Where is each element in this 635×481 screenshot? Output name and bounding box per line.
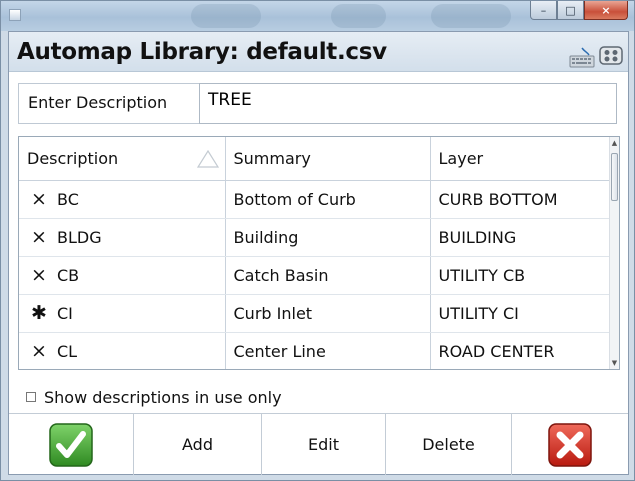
action-toolbar: Add Edit Delete (9, 413, 628, 475)
titlebar-decoration (431, 4, 511, 28)
column-header-label: Summary (233, 148, 311, 168)
maximize-button[interactable]: □ (557, 1, 584, 20)
add-button[interactable]: Add (134, 414, 262, 475)
column-header-label: Description (27, 148, 119, 168)
checkmark-icon (49, 422, 93, 467)
delete-button[interactable]: Delete (386, 414, 512, 475)
description-label: Enter Description (18, 83, 203, 124)
dialog-header: Automap Library: default.csv (9, 32, 628, 72)
cell-layer[interactable]: BUILDING (430, 218, 613, 257)
description-code: CL (57, 342, 78, 361)
edit-button[interactable]: Edit (262, 414, 386, 475)
cell-layer[interactable]: ROAD CENTER (430, 332, 613, 369)
titlebar-decoration (191, 4, 261, 28)
cell-summary[interactable]: Curb Inlet (225, 294, 431, 333)
cell-description[interactable]: × BLDG (19, 218, 226, 257)
automap-library-window: – □ × Automap Library: default.csv Enter… (0, 0, 635, 481)
dialog-client: Automap Library: default.csv Enter Descr… (8, 31, 629, 475)
description-filter-row: Enter Description TREE (9, 72, 628, 128)
close-button[interactable]: × (584, 1, 628, 20)
table-header-row: Description Summary Layer (19, 137, 613, 181)
x-mark-icon: × (31, 264, 47, 286)
ok-button[interactable] (9, 414, 134, 475)
table-row[interactable]: × BLDG Building BUILDING (19, 218, 613, 257)
description-code: BC (57, 190, 79, 209)
show-in-use-label: Show descriptions in use only (44, 387, 282, 407)
cell-summary[interactable]: Center Line (225, 332, 431, 369)
table-row[interactable]: × CL Center Line ROAD CENTER (19, 332, 613, 369)
cell-summary[interactable]: Catch Basin (225, 256, 431, 295)
cancel-button[interactable] (512, 414, 628, 475)
scroll-down-arrow-icon[interactable]: ▼ (610, 358, 619, 368)
table-row[interactable]: ✱ CI Curb Inlet UTILITY CI (19, 294, 613, 333)
cell-description[interactable]: × CL (19, 332, 226, 369)
column-header-layer[interactable]: Layer (430, 137, 613, 181)
library-grid: Description Summary Layer × BC Bottom of … (19, 137, 613, 369)
x-mark-icon: × (31, 188, 47, 210)
column-header-summary[interactable]: Summary (225, 137, 431, 181)
description-input[interactable]: TREE (199, 83, 617, 124)
scroll-up-arrow-icon[interactable]: ▲ (610, 138, 619, 148)
gamepad-icon[interactable] (599, 44, 623, 66)
column-header-description[interactable]: Description (19, 137, 226, 181)
cell-layer[interactable]: UTILITY CB (430, 256, 613, 295)
description-code: BLDG (57, 228, 102, 247)
cell-layer[interactable]: UTILITY CI (430, 294, 613, 333)
cell-summary[interactable]: Building (225, 218, 431, 257)
cell-description[interactable]: × CB (19, 256, 226, 295)
table-row[interactable]: × BC Bottom of Curb CURB BOTTOM (19, 180, 613, 219)
keyboard-icon[interactable] (569, 46, 595, 68)
x-mark-icon: × (31, 226, 47, 248)
minimize-button[interactable]: – (530, 1, 557, 20)
app-icon (9, 9, 21, 21)
cell-description[interactable]: × BC (19, 180, 226, 219)
show-in-use-option[interactable]: Show descriptions in use only (26, 387, 282, 407)
titlebar-decoration (331, 4, 386, 28)
asterisk-mark-icon: ✱ (31, 302, 47, 324)
title-bar[interactable]: – □ × (1, 1, 634, 31)
description-code: CI (57, 304, 73, 323)
caption-buttons: – □ × (530, 1, 628, 21)
x-mark-icon: × (31, 340, 47, 362)
sort-ascending-icon (196, 150, 219, 168)
cell-description[interactable]: ✱ CI (19, 294, 226, 333)
library-table: Description Summary Layer × BC Bottom of … (18, 136, 620, 370)
vertical-scrollbar[interactable]: ▲ ▼ (609, 137, 619, 369)
page-title: Automap Library: default.csv (17, 39, 387, 65)
show-in-use-checkbox[interactable] (26, 392, 36, 402)
table-row[interactable]: × CB Catch Basin UTILITY CB (19, 256, 613, 295)
cell-summary[interactable]: Bottom of Curb (225, 180, 431, 219)
description-code: CB (57, 266, 80, 285)
scrollbar-thumb[interactable] (611, 153, 618, 201)
cancel-x-icon (548, 422, 592, 467)
cell-layer[interactable]: CURB BOTTOM (430, 180, 613, 219)
column-header-label: Layer (438, 148, 484, 168)
